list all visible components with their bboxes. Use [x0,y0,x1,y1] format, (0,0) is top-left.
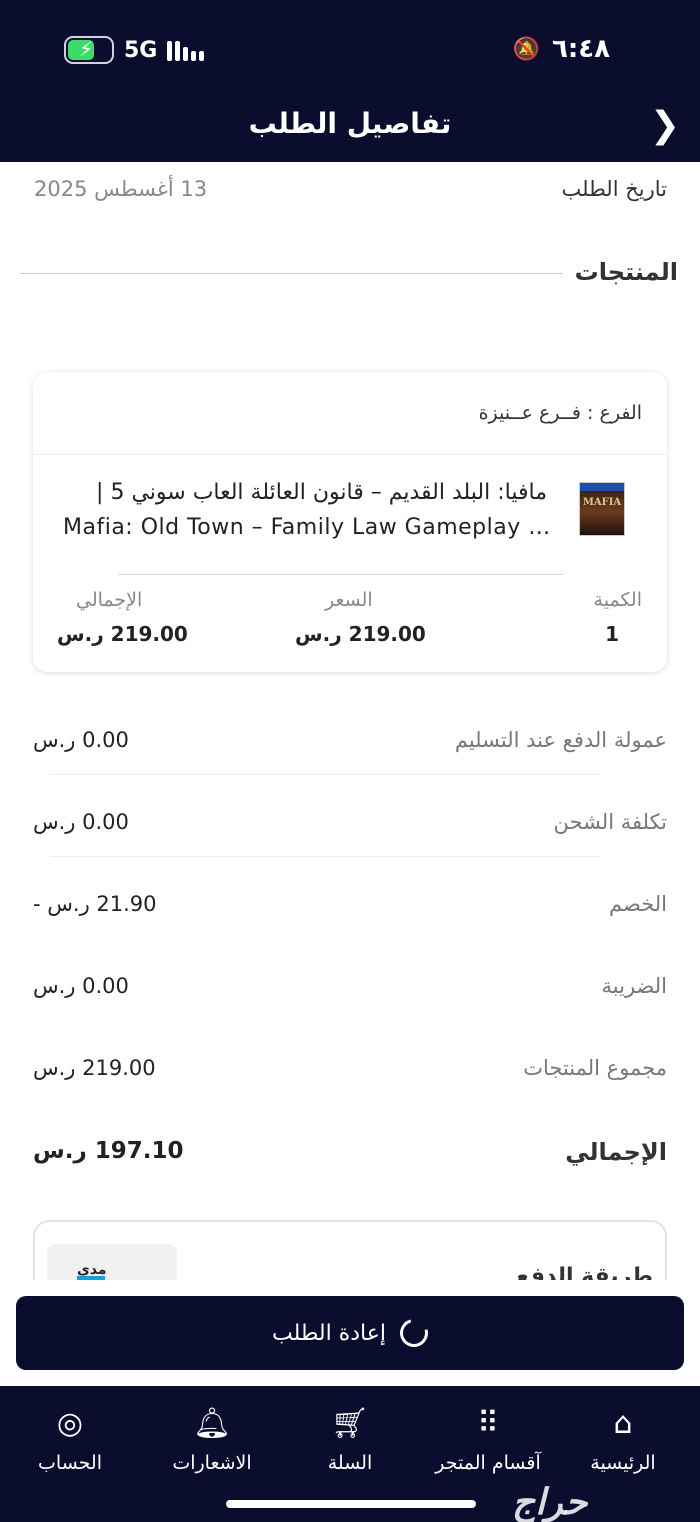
reorder-button-label: إعادة الطلب [271,1320,386,1346]
card-divider [118,574,563,575]
cod-fee-value: 0.00 ر.س [33,728,129,752]
bell-slash-icon: 🔕 [512,36,540,62]
tax-row: الضريبة 0.00 ر.س [33,974,667,1014]
subtotal-value: 219.00 ر.س [33,1056,156,1080]
discount-row: الخصم 21.90 ر.س - [33,892,667,932]
nav-item-categories[interactable]: ⠿ آقسام المتجر [418,1404,558,1474]
tax-value: 0.00 ر.س [33,974,129,998]
discount-label: الخصم [609,892,667,916]
section-divider [20,273,563,274]
shipping-label: تكلفة الشحن [553,810,667,834]
network-type: 5G [124,37,158,63]
tax-label: الضريبة [601,974,667,998]
chevron-right-icon[interactable]: ❯ [650,105,680,146]
order-date-label: تاريخ الطلب [561,177,668,201]
product-title-ar[interactable]: مافيا: البلد القديم – قانون العائلة العا… [96,480,547,505]
signal-icon [167,39,205,61]
status-right: 🔕 ٦:٤٨ [513,34,610,64]
nav-label: آقسام المتجر [435,1452,541,1474]
grand-total-value: 197.10 ر.س [33,1138,184,1164]
user-icon: ◎ [56,1406,84,1441]
status-time: ٦:٤٨ [551,34,610,64]
page-title: تفاصيل الطلب [248,107,452,140]
price-label: السعر [325,589,373,611]
branch-label: الفرع : فــرع عــنيزة [478,402,642,424]
product-title-en[interactable]: Mafia: Old Town – Family Law Gameplay i.… [63,515,553,540]
card-divider [33,454,667,455]
quantity-value: 1 [605,622,619,646]
subtotal-row: مجموع المنتجات 219.00 ر.س [33,1056,667,1096]
grand-total-row: الإجمالي 197.10 ر.س [33,1138,667,1178]
battery-charging-icon: ⚡ [64,36,114,64]
order-date-value: 13 أغسطس 2025 [34,177,208,201]
item-total-value: 219.00 ر.س [57,622,188,646]
discount-value: 21.90 ر.س - [33,892,157,916]
grand-total-label: الإجمالي [565,1138,667,1166]
cod-fee-label: عمولة الدفع عند التسليم [454,728,667,752]
quantity-label: الكمية [593,589,642,611]
nav-label: الاشعارات [172,1452,252,1474]
product-image[interactable]: MAFIA [579,482,625,536]
bell-icon: 🔔︎ [192,1406,232,1441]
shipping-value: 0.00 ر.س [33,810,129,834]
store-icon: ⌂ [613,1406,633,1441]
products-section-title: المنتجات [574,258,678,286]
reorder-button[interactable]: إعادة الطلب [16,1296,684,1370]
nav-label: الرئيسية [590,1452,656,1474]
nav-item-account[interactable]: ◎ الحساب [0,1404,140,1474]
nav-label: السلة [327,1452,373,1474]
app-header: تفاصيل الطلب ❯ [0,95,700,162]
subtotal-label: مجموع المنتجات [523,1056,667,1080]
summary-divider [50,774,600,775]
refresh-icon [394,1313,434,1353]
product-card: الفرع : فــرع عــنيزة MAFIA مافيا: البلد… [33,372,667,672]
product-image-logo: MAFIA [582,497,622,508]
nav-item-cart[interactable]: 🛒︎ السلة [280,1404,420,1474]
price-value: 219.00 ر.س [295,622,426,646]
item-total-label: الإجمالي [76,589,143,611]
summary-divider [50,856,600,857]
grid-icon: ⠿ [477,1406,499,1441]
status-left: ⚡ 5G [64,36,205,64]
cart-icon: 🛒︎ [330,1406,370,1441]
status-bar: ⚡ 5G 🔕 ٦:٤٨ [0,0,700,95]
nav-item-notifications[interactable]: 🔔︎ الاشعارات [142,1404,282,1474]
watermark-logo: حراج [512,1482,588,1522]
cod-fee-row: عمولة الدفع عند التسليم 0.00 ر.س [33,728,667,768]
nav-item-home[interactable]: ⌂ الرئيسية [553,1404,693,1474]
nav-label: الحساب [38,1452,102,1474]
shipping-row: تكلفة الشحن 0.00 ر.س [33,810,667,850]
home-indicator [226,1500,476,1508]
